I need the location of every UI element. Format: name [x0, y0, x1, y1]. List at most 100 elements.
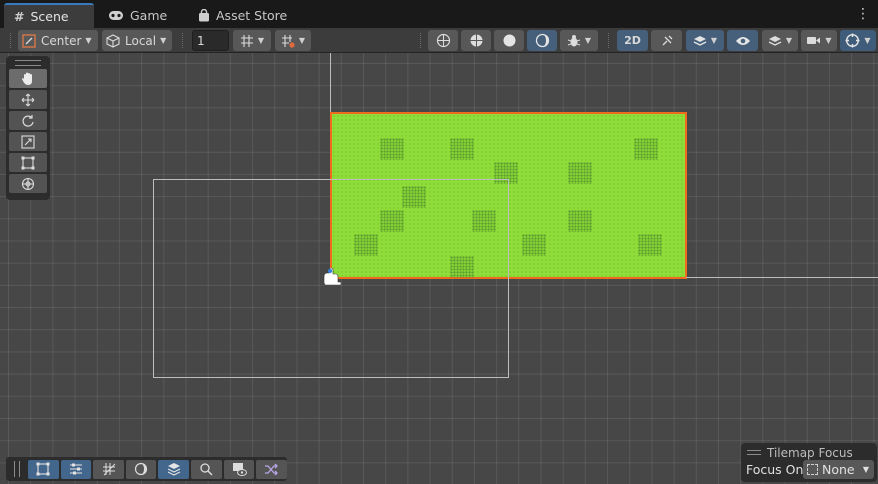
scene-effects-dropdown[interactable]: ▼ — [686, 30, 724, 51]
tile-detail — [522, 234, 546, 256]
pivot-center-icon — [22, 33, 36, 48]
randomize-tool-button[interactable] — [256, 459, 287, 479]
focus-on-dropdown[interactable]: None ▼ — [803, 460, 874, 479]
shopping-bag-icon — [199, 9, 209, 22]
grid-snap-value: 1 — [197, 33, 205, 48]
grid-snapping-toggle[interactable]: ▼ — [233, 30, 271, 51]
chevron-down-icon: ▼ — [160, 36, 167, 45]
shuffle-icon — [265, 463, 279, 475]
more-options-icon[interactable]: ⋮ — [856, 6, 870, 22]
paint-brush-tool-button[interactable] — [93, 459, 124, 479]
overlay-drag-handle[interactable] — [15, 60, 41, 66]
overlay-drag-handle[interactable] — [14, 461, 20, 477]
scene-visibility-button[interactable] — [727, 30, 758, 51]
bug-icon — [567, 34, 581, 46]
select-tool-button[interactable] — [27, 459, 59, 479]
overlay-drag-handle[interactable] — [747, 450, 761, 455]
shaded-sphere-icon — [503, 34, 515, 47]
box-fill-tool-button[interactable] — [125, 459, 157, 479]
layers-icon — [768, 35, 782, 46]
transform-tool-button[interactable] — [9, 174, 47, 193]
scene-toolbar: Center ▼ Local ▼ 1 ▼ ▼ ▼ 2D ▼ ▼ ▼ ▼ — [0, 28, 878, 53]
rotate-tool-button[interactable] — [9, 111, 47, 130]
tile-palette-tool-button[interactable] — [158, 459, 190, 479]
unlit-moon-icon — [535, 33, 549, 48]
tilemap-focus-header[interactable]: Tilemap Focus — [747, 445, 873, 460]
wireframe-sphere-icon — [436, 33, 450, 48]
chevron-down-icon: ▼ — [785, 36, 793, 45]
chevron-down-icon: ▼ — [584, 36, 592, 45]
focus-on-label: Focus On — [746, 462, 804, 477]
wireframe-shading-button[interactable] — [428, 30, 458, 51]
magnifier-icon — [200, 463, 213, 476]
tile-detail — [568, 210, 592, 232]
move-arrows-icon — [21, 93, 35, 106]
toolbar-separator — [10, 33, 12, 48]
world-x-axis-line — [686, 277, 878, 278]
increment-snap-toggle[interactable]: ▼ — [275, 30, 311, 51]
toolbar-separator — [608, 33, 610, 48]
tab-scene[interactable]: # Scene — [4, 3, 94, 28]
tilemap-focus-overlay: Tilemap Focus Focus On None ▼ — [741, 443, 877, 482]
chevron-down-icon: ▼ — [862, 465, 869, 474]
tab-asset-store[interactable]: Asset Store — [188, 3, 297, 28]
debug-draw-mode-dropdown[interactable]: ▼ — [560, 30, 598, 51]
transform-globe-icon — [21, 177, 35, 190]
transform-tools-overlay — [6, 56, 50, 200]
shaded-wireframe-button[interactable] — [461, 30, 491, 51]
pick-tool-button[interactable] — [191, 459, 222, 479]
chevron-down-icon: ▼ — [825, 36, 832, 45]
tilemap-tools-overlay — [6, 457, 287, 481]
rect-tool-button[interactable] — [9, 153, 47, 172]
gizmo-globe-icon — [845, 33, 860, 48]
gamepad-icon — [109, 11, 123, 20]
tab-game[interactable]: Game — [98, 3, 177, 28]
toggle-2d-label: 2D — [624, 34, 641, 47]
pivot-rotation-label: Local — [125, 33, 157, 48]
pivot-hand-icon[interactable] — [321, 268, 341, 286]
screen-eye-icon — [232, 463, 247, 476]
tab-asset-store-label: Asset Store — [216, 8, 288, 23]
render-layers-dropdown[interactable]: ▼ — [762, 30, 798, 51]
toolbar-separator — [182, 33, 184, 48]
unlit-shading-button[interactable] — [527, 30, 557, 51]
grid-hash-icon: # — [14, 9, 25, 24]
toggle-2d-view-button[interactable]: 2D — [617, 30, 648, 51]
tile-detail — [380, 138, 404, 160]
grid-snap-icon — [240, 34, 253, 47]
hatch-paint-icon — [102, 463, 115, 476]
chevron-down-icon: ▼ — [298, 36, 306, 45]
lighting-toggle-button[interactable] — [651, 30, 682, 51]
dashed-box-icon — [807, 464, 818, 475]
chevron-down-icon: ▼ — [864, 36, 871, 45]
video-camera-icon — [807, 37, 821, 44]
scale-tool-button[interactable] — [9, 132, 47, 151]
lighting-off-icon — [662, 35, 672, 45]
local-cube-icon — [106, 33, 120, 48]
scene-camera-dropdown[interactable]: ▼ — [801, 30, 837, 51]
preview-tool-button[interactable] — [223, 459, 255, 479]
eye-icon — [735, 36, 750, 45]
tile-move-tool-button[interactable] — [60, 459, 92, 479]
gizmos-dropdown[interactable]: ▼ — [840, 30, 876, 51]
tile-layers-icon — [167, 463, 181, 476]
chevron-down-icon: ▼ — [85, 36, 92, 45]
editor-tab-bar: # Scene Game Asset Store ⋮ — [0, 0, 878, 28]
hand-tool-button[interactable] — [9, 69, 47, 88]
tile-detail — [450, 138, 474, 160]
chevron-down-icon: ▼ — [257, 36, 265, 45]
half-circle-icon — [135, 462, 148, 476]
world-y-axis-line — [330, 53, 331, 112]
grid-snap-value-input[interactable]: 1 — [192, 30, 229, 51]
hand-icon — [22, 72, 32, 85]
scene-view-canvas[interactable] — [0, 53, 878, 484]
rect-transform-icon — [21, 156, 35, 169]
tile-detail — [634, 138, 658, 160]
pivot-rotation-dropdown[interactable]: Local ▼ — [102, 30, 172, 51]
tile-detail — [638, 234, 662, 256]
shaded-button[interactable] — [494, 30, 524, 51]
pivot-mode-label: Center — [41, 33, 82, 48]
move-tool-button[interactable] — [9, 90, 47, 109]
sliders-icon — [69, 463, 82, 475]
pivot-mode-dropdown[interactable]: Center ▼ — [18, 30, 98, 51]
